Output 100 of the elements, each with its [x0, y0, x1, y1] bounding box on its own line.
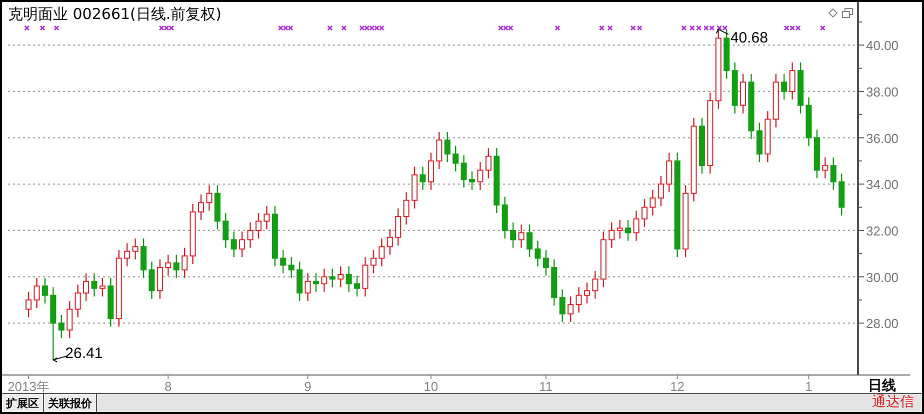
candlestick: [124, 243, 130, 266]
candlestick: [756, 122, 762, 162]
candlestick: [83, 273, 90, 302]
candlestick: [838, 174, 845, 216]
candlestick: [650, 190, 656, 216]
annotation: 40.68: [730, 29, 768, 46]
info-marker-icon[interactable]: [24, 25, 30, 31]
price-callout: 26.41: [52, 344, 103, 362]
candlestick: [239, 232, 246, 258]
info-marker-icon[interactable]: [374, 25, 380, 31]
brand-logo: 通达信: [872, 394, 914, 412]
info-marker-icon[interactable]: [502, 25, 508, 31]
info-marker-icon[interactable]: [278, 25, 284, 31]
info-marker-icon[interactable]: [369, 25, 375, 31]
info-marker-icon[interactable]: [554, 25, 560, 31]
candlestick: [510, 222, 516, 248]
info-marker-icon[interactable]: [703, 25, 709, 31]
date-axis-label: 2013年: [8, 379, 50, 393]
candlestick: [222, 213, 229, 248]
info-marker-icon[interactable]: [630, 25, 636, 31]
candlestick: [600, 232, 606, 288]
candlestick: [198, 194, 204, 220]
candlestick: [338, 266, 344, 288]
price-axis-label: 30.00: [866, 270, 899, 285]
candlestick: [830, 157, 836, 190]
info-marker-icon[interactable]: [696, 25, 702, 31]
info-marker-icon[interactable]: [790, 25, 796, 31]
price-axis-label: 40.00: [866, 38, 899, 54]
info-marker-icon[interactable]: [168, 25, 174, 31]
candlestick: [280, 250, 286, 274]
window-restore-icon[interactable]: [842, 8, 853, 18]
candlestick: [814, 130, 820, 178]
candlestick: [469, 171, 475, 190]
info-marker-icon[interactable]: [689, 25, 695, 31]
tab[interactable]: 关联报价: [44, 394, 97, 412]
candlestick: [132, 238, 138, 260]
candlestick: [740, 74, 746, 114]
candlestick: [772, 74, 779, 128]
info-marker-icon[interactable]: [341, 25, 347, 31]
candlestick: [173, 254, 180, 278]
candlestick: [312, 273, 319, 292]
candlestick: [444, 132, 450, 162]
info-marker-icon[interactable]: [158, 25, 164, 31]
info-marker-icon[interactable]: [364, 25, 370, 31]
candlestick: [412, 166, 418, 208]
candlestick: [214, 185, 220, 230]
date-axis-label: 9: [304, 379, 312, 393]
info-marker-icon[interactable]: [282, 25, 288, 31]
info-marker-icon[interactable]: [636, 25, 642, 31]
candlestick: [641, 199, 648, 227]
info-marker-icon[interactable]: [599, 25, 605, 31]
info-marker-icon[interactable]: [681, 25, 687, 31]
candlestick: [42, 278, 48, 304]
info-marker-icon[interactable]: [508, 25, 514, 31]
info-marker-icon[interactable]: [164, 25, 170, 31]
info-marker-icon[interactable]: [288, 25, 294, 31]
candlestick: [329, 268, 336, 288]
candlestick: [608, 222, 615, 248]
candlestick: [798, 62, 804, 114]
info-marker-icon[interactable]: [498, 25, 504, 31]
price-axis-label: 38.00: [866, 84, 899, 100]
candlestick: [165, 254, 172, 276]
info-marker-icon[interactable]: [359, 25, 365, 31]
candlestick: [255, 213, 262, 239]
chart-title: 克明面业 002661(日线.前复权): [8, 5, 222, 24]
candlestick: [370, 250, 376, 274]
date-axis-label: 8: [164, 379, 172, 393]
candlestick: [822, 157, 828, 178]
candlestick: [764, 111, 771, 162]
candlestick: [354, 276, 360, 296]
info-marker-icon[interactable]: [722, 25, 728, 31]
candlestick: [633, 210, 640, 241]
candlestick: [58, 315, 64, 338]
info-marker-icon[interactable]: [40, 25, 46, 31]
candlestick: [34, 278, 40, 308]
info-marker-icon[interactable]: [784, 25, 790, 31]
candlestick: [206, 185, 212, 211]
candlestick: [534, 240, 541, 266]
candlestick: [568, 296, 574, 322]
candlestick: [403, 192, 410, 225]
candlestick: [428, 152, 434, 190]
candlestick: [156, 259, 163, 299]
tab[interactable]: 扩展区: [2, 394, 44, 412]
info-marker-icon[interactable]: [54, 25, 60, 31]
candlestick: [576, 287, 582, 313]
date-axis-label: 10: [424, 379, 438, 393]
candlestick: [551, 259, 558, 306]
candlestick: [518, 224, 524, 248]
candlestick: [140, 238, 146, 278]
info-marker-icon[interactable]: [709, 25, 715, 31]
info-marker-icon[interactable]: [820, 25, 826, 31]
price-axis-label: 36.00: [866, 130, 899, 146]
info-marker-icon[interactable]: [716, 25, 722, 31]
candlestick: [460, 155, 467, 188]
info-marker-icon[interactable]: [795, 25, 801, 31]
info-marker-icon[interactable]: [378, 25, 384, 31]
candlestick: [264, 206, 270, 230]
diamond-icon[interactable]: [828, 8, 838, 18]
info-marker-icon[interactable]: [327, 25, 333, 31]
info-marker-icon[interactable]: [607, 25, 613, 31]
